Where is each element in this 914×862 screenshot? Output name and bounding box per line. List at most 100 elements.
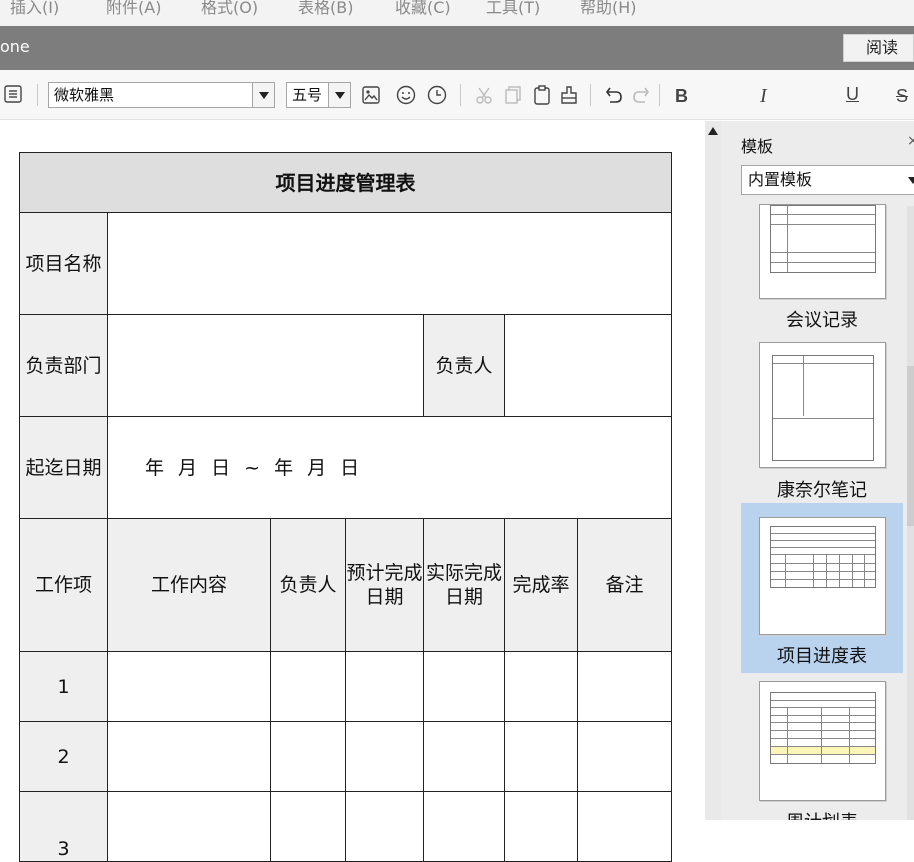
template-label: 周计划表 [741,808,903,820]
table-cell[interactable] [504,791,578,862]
document-area[interactable]: 项目进度管理表 项目名称 负责部门 负责人 起迄日期 年 月 日 ~ 年 月 日… [0,121,705,862]
thumbnail-line [771,700,875,701]
header-owner[interactable]: 负责人 [270,518,346,652]
font-name-select[interactable]: 微软雅黑 [48,82,275,108]
table-cell[interactable] [270,651,346,722]
underline-icon[interactable]: U [846,84,859,104]
thumbnail-line [773,418,873,419]
thumbnail-line [821,707,822,763]
header-work-content[interactable]: 工作内容 [107,518,271,652]
thumbnail-line [771,571,875,572]
table-cell[interactable] [345,651,424,722]
menu-attachment[interactable]: 附件(A) [106,0,161,18]
panel-scroll-thumb[interactable] [907,366,914,526]
dates-label[interactable]: 起迄日期 [19,416,108,519]
table-cell[interactable] [270,721,346,792]
date-range-cell[interactable]: 年 月 日 ~ 年 月 日 [106,416,673,519]
header-completion-rate[interactable]: 完成率 [504,518,578,652]
header-work-item[interactable]: 工作项 [19,518,108,652]
document-scrollbar[interactable] [705,121,721,820]
header-planned-date[interactable]: 预计完成日期 [345,518,424,652]
dept-label[interactable]: 负责部门 [19,314,108,417]
table-cell[interactable] [423,721,505,792]
emoji-icon[interactable] [396,85,416,105]
chevron-down-icon[interactable] [328,83,350,107]
table-row: 3 [19,791,673,862]
chevron-down-icon[interactable] [908,177,914,184]
header-actual-date[interactable]: 实际完成日期 [423,518,505,652]
thumbnail-grid [770,526,876,588]
redo-icon[interactable] [631,85,651,105]
paste-icon[interactable] [532,85,552,105]
row-number[interactable]: 3 [19,791,108,862]
owner-cell[interactable] [503,314,673,417]
scroll-up-icon[interactable] [708,127,718,135]
format-painter-icon[interactable] [559,85,579,105]
strikethrough-icon[interactable]: S [896,86,908,106]
template-thumbnail [759,342,886,468]
clock-icon[interactable] [427,85,447,105]
template-cornell-notes[interactable]: 康奈尔笔记 [741,342,903,502]
project-name-cell[interactable] [106,212,673,315]
table-cell[interactable] [576,791,673,862]
project-name-label[interactable]: 项目名称 [19,212,108,315]
table-cell[interactable] [107,721,271,792]
toolbar-divider [659,84,660,106]
list-icon[interactable] [4,85,22,103]
template-weekly-plan[interactable]: 周计划表 [741,681,903,820]
thumbnail-line [785,554,786,587]
table-cell[interactable] [107,791,271,862]
thumbnail-line [826,554,827,587]
toolbar: 微软雅黑 五号 B I U S [0,70,914,120]
menu-tools[interactable]: 工具(T) [486,0,540,18]
menu-insert[interactable]: 插入(I) [10,0,59,18]
menu-help[interactable]: 帮助(H) [580,0,637,18]
project-progress-table[interactable]: 项目进度管理表 项目名称 负责部门 负责人 起迄日期 年 月 日 ~ 年 月 日… [18,152,673,862]
table-title[interactable]: 项目进度管理表 [18,152,673,213]
template-panel: 模板 × 内置模板 会议记录 康奈尔笔记 项目进度表 [721,121,914,820]
menu-favorites[interactable]: 收藏(C) [395,0,451,18]
template-source-select[interactable]: 内置模板 [741,165,914,195]
chevron-down-icon[interactable] [252,83,274,107]
thumbnail-line [771,547,875,548]
thumbnail-line [771,554,875,555]
font-size-select[interactable]: 五号 [286,82,351,108]
document-page[interactable]: 项目进度管理表 项目名称 负责部门 负责人 起迄日期 年 月 日 ~ 年 月 日… [0,121,705,862]
template-thumbnail [759,681,886,801]
thumbnail-line [813,554,814,587]
table-cell[interactable] [345,721,424,792]
table-cell[interactable] [423,791,505,862]
menu-table[interactable]: 表格(B) [298,0,353,18]
thumbnail-line [773,363,873,364]
copy-icon[interactable] [503,85,523,105]
font-size-value: 五号 [292,86,323,104]
table-cell[interactable] [504,721,578,792]
thumbnail-line [771,540,875,541]
bold-icon[interactable]: B [675,86,688,106]
table-cell[interactable] [270,791,346,862]
header-remarks[interactable]: 备注 [576,518,673,652]
owner-label[interactable]: 负责人 [423,314,505,417]
undo-icon[interactable] [604,85,624,105]
cut-icon[interactable] [474,85,494,105]
menu-format[interactable]: 格式(O) [201,0,258,18]
table-cell[interactable] [107,651,271,722]
row-number[interactable]: 1 [19,651,108,722]
dept-cell[interactable] [107,314,424,417]
italic-icon[interactable]: I [760,86,767,106]
row-number[interactable]: 2 [19,721,108,792]
table-cell[interactable] [504,651,578,722]
thumbnail-grid [770,205,876,273]
table-cell[interactable] [576,651,673,722]
image-icon[interactable] [362,86,380,104]
panel-scrollbar[interactable] [907,206,914,820]
table-cell[interactable] [423,651,505,722]
read-button[interactable]: 阅读 [843,34,914,62]
table-cell[interactable] [576,721,673,792]
thumbnail-line [771,533,875,534]
template-meeting-notes[interactable]: 会议记录 [741,204,903,334]
template-project-progress[interactable]: 项目进度表 [741,503,903,673]
close-icon[interactable]: × [907,133,914,149]
template-label: 项目进度表 [777,646,867,667]
table-cell[interactable] [345,791,424,862]
